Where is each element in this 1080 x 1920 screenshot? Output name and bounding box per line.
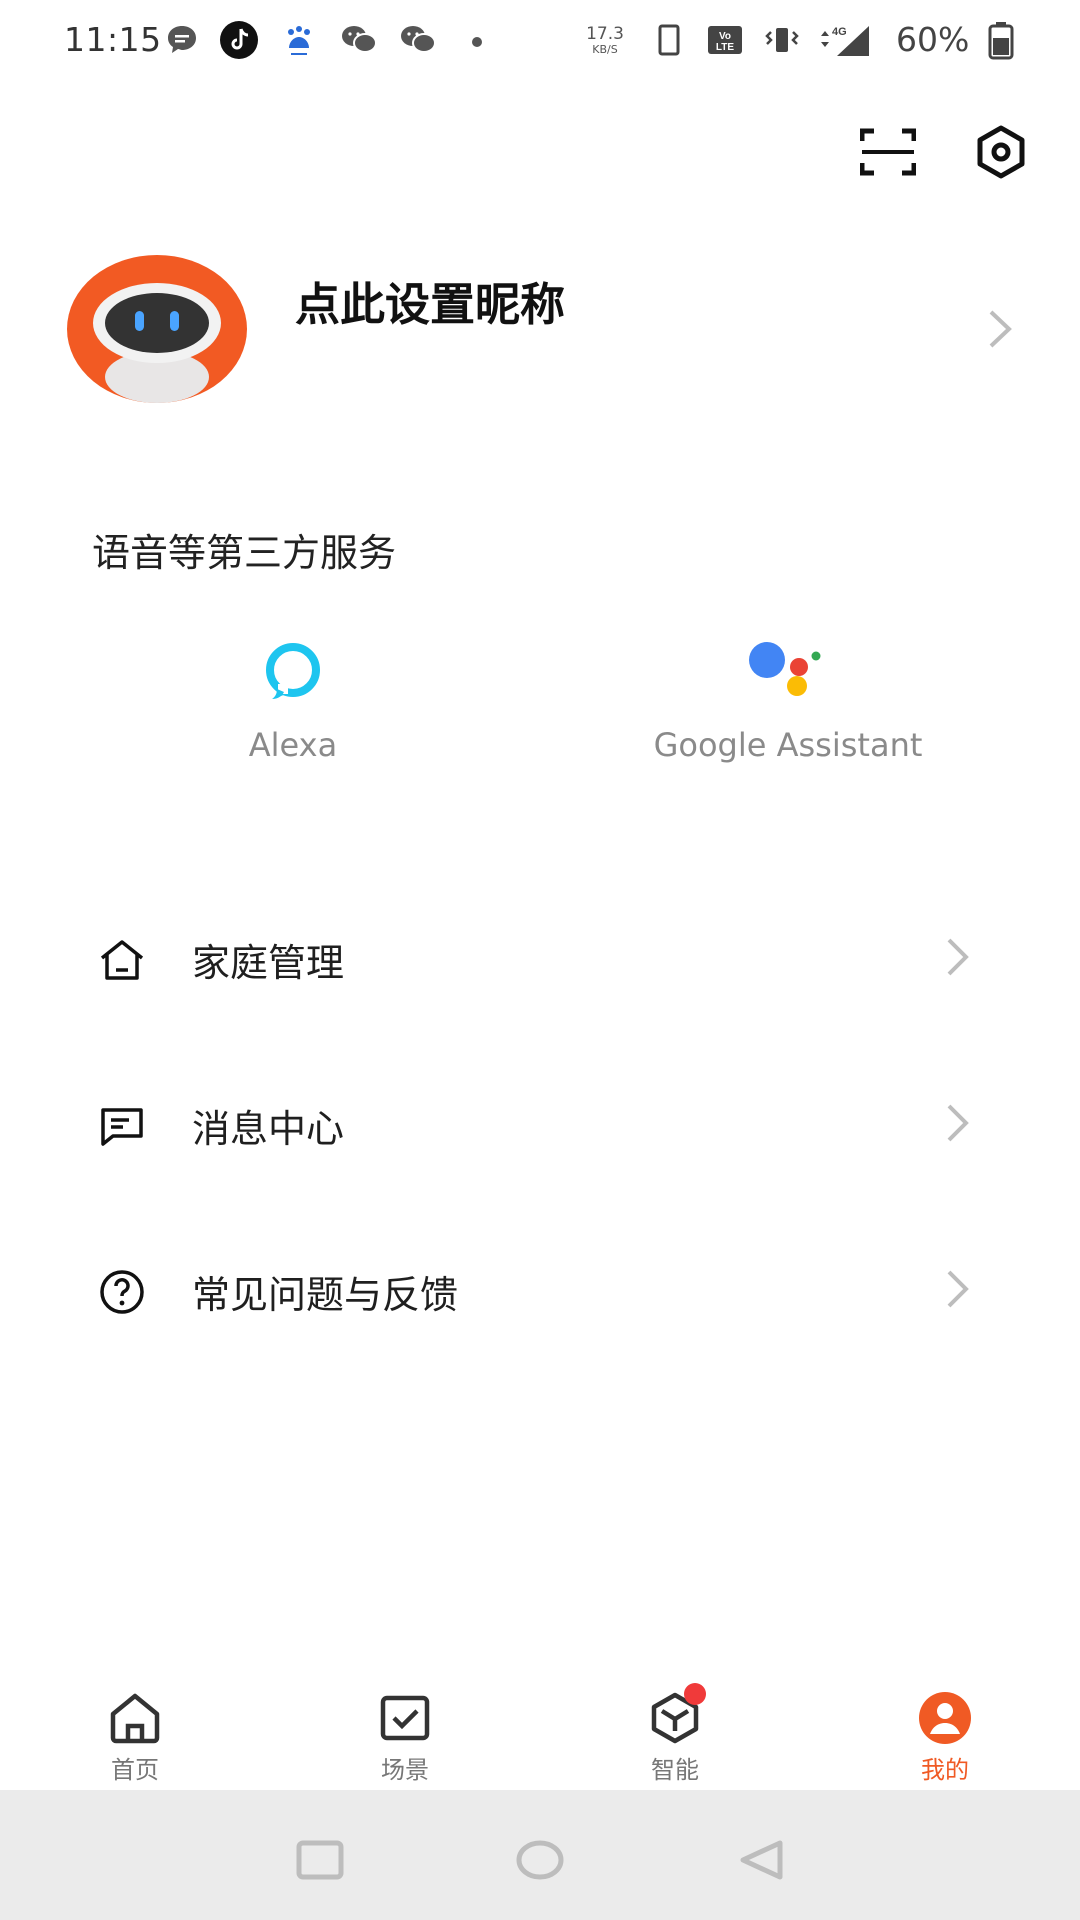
- system-nav-bar: [0, 1790, 1080, 1920]
- scan-icon: [860, 128, 916, 176]
- vibrate-icon: [765, 28, 799, 52]
- alexa-icon: [266, 643, 320, 699]
- wechat-icon: [401, 26, 436, 53]
- tab-label: 场景: [381, 1756, 429, 1784]
- tab-label: 我的: [921, 1756, 969, 1784]
- home-outline-icon: [100, 940, 144, 980]
- alexa-label: Alexa: [248, 726, 338, 764]
- robot-avatar: [67, 255, 247, 403]
- message-icon: [168, 26, 196, 53]
- settings-button[interactable]: [969, 120, 1033, 184]
- wechat-icon: [342, 26, 377, 53]
- message-outline-icon: [101, 1108, 143, 1146]
- bottom-nav: 首页 场景 智能 我的: [0, 1668, 1080, 1790]
- google-assistant-icon: [749, 642, 821, 696]
- network-speed: 17.3 KB/S: [586, 24, 624, 56]
- tab-smart[interactable]: 智能: [575, 1668, 775, 1790]
- help-circle-icon: [100, 1270, 144, 1314]
- square-icon: [296, 1840, 344, 1880]
- back-nav-button[interactable]: [731, 1830, 791, 1890]
- chevron-right-icon: [947, 1104, 969, 1142]
- dot-icon: [472, 37, 482, 47]
- menu-label: 家庭管理: [192, 941, 345, 985]
- circle-icon: [516, 1840, 564, 1880]
- chevron-right-icon: [989, 310, 1012, 348]
- phone-icon: [658, 24, 680, 56]
- alexa-service[interactable]: Alexa: [143, 640, 443, 764]
- section-title: 语音等第三方服务: [92, 531, 397, 575]
- tab-label: 首页: [111, 1756, 159, 1784]
- menu-item-faq-feedback[interactable]: 常见问题与反馈: [0, 1230, 1080, 1350]
- tab-mine[interactable]: 我的: [845, 1668, 1045, 1790]
- chevron-right-icon: [947, 938, 969, 976]
- menu-item-home-management[interactable]: 家庭管理: [0, 898, 1080, 1018]
- notification-badge: [684, 1683, 706, 1705]
- nickname: 点此设置昵称: [295, 278, 566, 331]
- tab-label: 智能: [651, 1756, 699, 1784]
- back-triangle-icon: [740, 1840, 783, 1880]
- battery-percent: 60%: [896, 20, 970, 59]
- signal-4g-icon: 4G: [821, 26, 869, 56]
- settings-icon: [977, 125, 1025, 179]
- svg-text:4G: 4G: [832, 26, 847, 38]
- tab-scene[interactable]: 场景: [305, 1668, 505, 1790]
- tab-home[interactable]: 首页: [35, 1668, 235, 1790]
- menu-label: 常见问题与反馈: [192, 1273, 459, 1317]
- menu-item-message-center[interactable]: 消息中心: [0, 1064, 1080, 1184]
- scan-button[interactable]: [856, 120, 920, 184]
- home-nav-button[interactable]: [510, 1830, 570, 1890]
- recent-apps-button[interactable]: [290, 1830, 350, 1890]
- google-assistant-service[interactable]: Google Assistant: [638, 640, 938, 764]
- svg-text:LTE: LTE: [716, 42, 734, 53]
- status-time: 11:15: [64, 20, 162, 59]
- battery-icon: [988, 22, 1014, 60]
- menu-label: 消息中心: [192, 1107, 345, 1151]
- status-bar: 11:15 17.3 KB/S Vo LTE 4G 60%: [0, 0, 1080, 84]
- baidu-icon: [288, 26, 310, 55]
- scene-icon: [380, 1695, 430, 1741]
- svg-text:Vo: Vo: [719, 31, 731, 42]
- profile-icon: [919, 1692, 971, 1744]
- google-assistant-label: Google Assistant: [653, 726, 923, 764]
- profile-row[interactable]: 点此设置昵称: [0, 240, 1080, 420]
- volte-icon: Vo LTE: [708, 26, 742, 54]
- chevron-right-icon: [947, 1270, 969, 1308]
- home-icon: [110, 1693, 160, 1744]
- tiktok-icon: [220, 21, 258, 59]
